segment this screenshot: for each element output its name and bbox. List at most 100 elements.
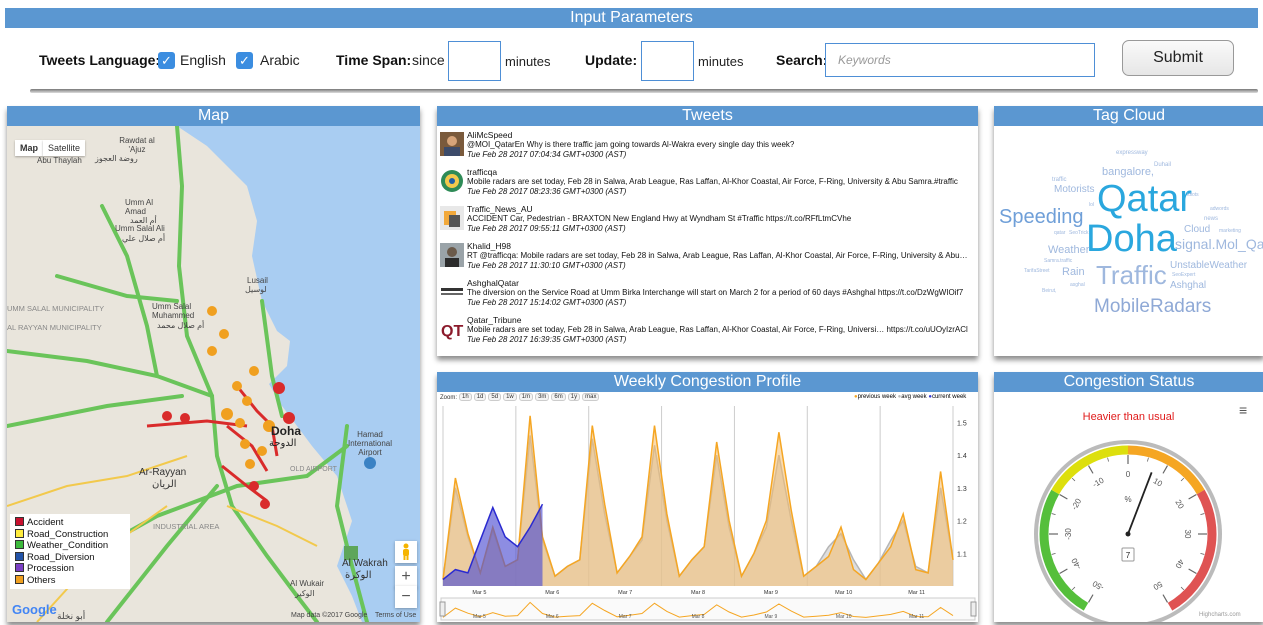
tag-traffic[interactable]: traffic: [1052, 177, 1067, 183]
tag-unstable-weather[interactable]: UnstableWeather: [1170, 260, 1247, 271]
place-abu-nakhla: أبو نخلة: [57, 611, 86, 621]
tweet-user[interactable]: Qatar_Tribune: [440, 315, 980, 325]
input-parameters-row: Tweets Language: ✓ English ✓ Arabic Time…: [5, 28, 1258, 90]
legend-item-road-construction: Road_Construction: [15, 528, 125, 541]
satellite-tab[interactable]: Satellite: [43, 140, 86, 156]
tweet-time: Tue Feb 28 2017 15:14:02 GMT+0300 (AST): [467, 298, 627, 307]
map-legend: Accident Road_Construction Weather_Condi…: [10, 514, 130, 589]
legend-item-others: Others: [15, 574, 125, 587]
tag-beirut[interactable]: Beirut,: [1042, 288, 1056, 294]
tag-motorists[interactable]: Motorists: [1054, 184, 1095, 195]
tweet-user[interactable]: Traffic_News_AU: [440, 204, 980, 214]
tag-asghal[interactable]: asghal: [1070, 282, 1085, 288]
tag-marketing[interactable]: marketing: [1219, 228, 1241, 234]
tweet-user[interactable]: AliMcSpeed: [440, 130, 980, 140]
tag-idiots[interactable]: idiots: [1187, 192, 1199, 198]
tag-qatar-small[interactable]: qatar: [1054, 230, 1065, 236]
gauge-unit: %: [1124, 495, 1131, 504]
tag-duhail[interactable]: Duhail: [1154, 162, 1171, 168]
tag-lol[interactable]: lol: [1089, 202, 1094, 208]
time-span-label: Time Span:: [336, 52, 412, 68]
tag-doha[interactable]: Doha: [1086, 218, 1177, 261]
tweet-item[interactable]: Khalid_H98 RT @trafficqa: Mobile radars …: [440, 241, 980, 271]
tag-cloud: expressway Duhail bangalore, traffic Mot…: [994, 126, 1263, 356]
place-rawdat-ar: روضة العجوز: [95, 154, 138, 163]
tweets-language-label: Tweets Language:: [39, 52, 161, 68]
arabic-checkbox[interactable]: ✓: [236, 52, 253, 69]
tag-samra-traffic[interactable]: Samra.traffic: [1044, 258, 1072, 264]
x-tick-label: Mar 10: [835, 590, 852, 596]
tag-adwords[interactable]: adwords: [1210, 206, 1229, 212]
y-tick-label: 1.5: [957, 420, 967, 427]
place-umm-salal-ali-ar: أم صلال علي: [122, 234, 166, 243]
search-input[interactable]: Keywords: [825, 43, 1095, 77]
navigator-label: Mar 7: [619, 614, 632, 620]
zoom-out-button[interactable]: −: [395, 586, 417, 608]
map-canvas[interactable]: Map Satellite Rawdat al 'Ajuz روضة العجوز…: [7, 126, 420, 622]
weekly-header: Weekly Congestion Profile: [437, 372, 978, 392]
map-data-credit: Map data ©2017 Google: [291, 612, 368, 619]
tweet-text: RT @trafficqa: Mobile radars are set tod…: [467, 251, 968, 260]
tag-bangalore[interactable]: bangalore,: [1102, 166, 1154, 178]
tag-tarifa-street[interactable]: TarifaStreet: [1024, 268, 1050, 274]
navigator-label: Mar 8: [692, 614, 705, 620]
tag-rain[interactable]: Rain: [1062, 266, 1085, 278]
map-tab[interactable]: Map: [15, 140, 43, 156]
x-tick-label: Mar 11: [908, 590, 925, 596]
update-label: Update:: [585, 52, 638, 68]
tag-cloud-word[interactable]: Cloud: [1184, 224, 1210, 235]
navigator-handle-right: [970, 601, 977, 617]
tweet-text: The diversion on the Service Road at Umm…: [467, 288, 964, 297]
avatar: [441, 170, 463, 192]
input-parameters-header: Input Parameters: [5, 8, 1258, 28]
navigator: [440, 597, 976, 621]
terms-link[interactable]: Terms of Use: [375, 612, 416, 619]
tag-mobile-radars[interactable]: MobileRadars: [1094, 296, 1211, 318]
tweet-user[interactable]: AshghalQatar: [440, 278, 980, 288]
tag-seoexpert[interactable]: SeoExpert: [1172, 272, 1195, 278]
x-tick-label: Mar 5: [472, 590, 486, 596]
place-rawdat: Rawdat al 'Ajuz: [119, 136, 155, 154]
gauge-tick-label: -30: [1064, 528, 1073, 540]
tweet-user[interactable]: Khalid_H98: [440, 241, 980, 251]
place-umm-salal-muni: UMM SALAL MUNICIPALITY: [7, 304, 105, 313]
tweet-item[interactable]: Traffic_News_AU ACCIDENT Car, Pedestrian…: [440, 204, 980, 234]
tag-news[interactable]: news: [1204, 216, 1218, 222]
y-tick-label: 1.3: [957, 486, 967, 493]
update-input[interactable]: [641, 41, 694, 81]
english-checkbox[interactable]: ✓: [158, 52, 175, 69]
tweet-user[interactable]: trafficqa: [440, 167, 980, 177]
zoom-in-button[interactable]: +: [395, 566, 417, 588]
place-old-airport: OLD AIRPORT: [290, 466, 337, 473]
time-span-input[interactable]: [448, 41, 501, 81]
tag-signal[interactable]: signal.Mol_Qa: [1175, 236, 1263, 252]
tag-qatar[interactable]: Qatar: [1097, 178, 1192, 221]
tweet-text: ACCIDENT Car, Pedestrian - BRAXTON New E…: [467, 214, 852, 223]
gauge-tick-label: 0: [1126, 470, 1131, 479]
legend-item-road-diversion: Road_Diversion: [15, 551, 125, 564]
x-tick-label: Mar 9: [764, 590, 778, 596]
tweet-time: Tue Feb 28 2017 09:55:11 GMT+0300 (AST): [467, 224, 626, 233]
tag-speeding[interactable]: Speeding: [999, 206, 1084, 229]
navigator-label: Mar 10: [836, 614, 852, 620]
tweet-item[interactable]: AliMcSpeed @MOI_QatarEn Why is there tra…: [440, 130, 980, 160]
highcharts-credit: Highcharts.com: [1199, 612, 1241, 618]
tag-traffic-large[interactable]: Traffic: [1096, 260, 1167, 291]
status-header: Congestion Status: [994, 372, 1263, 392]
place-lusail: Lusail: [247, 276, 268, 285]
x-tick-label: Mar 7: [618, 590, 632, 596]
time-span-unit: minutes: [505, 54, 551, 69]
pegman-icon[interactable]: [395, 541, 417, 563]
tag-weather[interactable]: Weather: [1048, 244, 1089, 256]
place-al-wukair: Al Wukair: [290, 579, 325, 588]
submit-button[interactable]: Submit: [1122, 40, 1234, 76]
tweet-item[interactable]: QT Qatar_Tribune Mobile radars are set t…: [440, 315, 980, 345]
place-ar-rayyan: Ar-Rayyan: [139, 467, 187, 478]
tag-ashghal[interactable]: Ashghal: [1170, 280, 1206, 291]
place-doha: Doha: [271, 424, 301, 438]
english-label: English: [180, 52, 226, 68]
tweet-item[interactable]: AshghalQatar The diversion on the Servic…: [440, 278, 980, 308]
tweet-item[interactable]: trafficqa Mobile radars are set today, F…: [440, 167, 980, 197]
tag-expressway[interactable]: expressway: [1116, 150, 1148, 156]
place-industrial-area: INDUSTRIAL AREA: [153, 522, 220, 531]
